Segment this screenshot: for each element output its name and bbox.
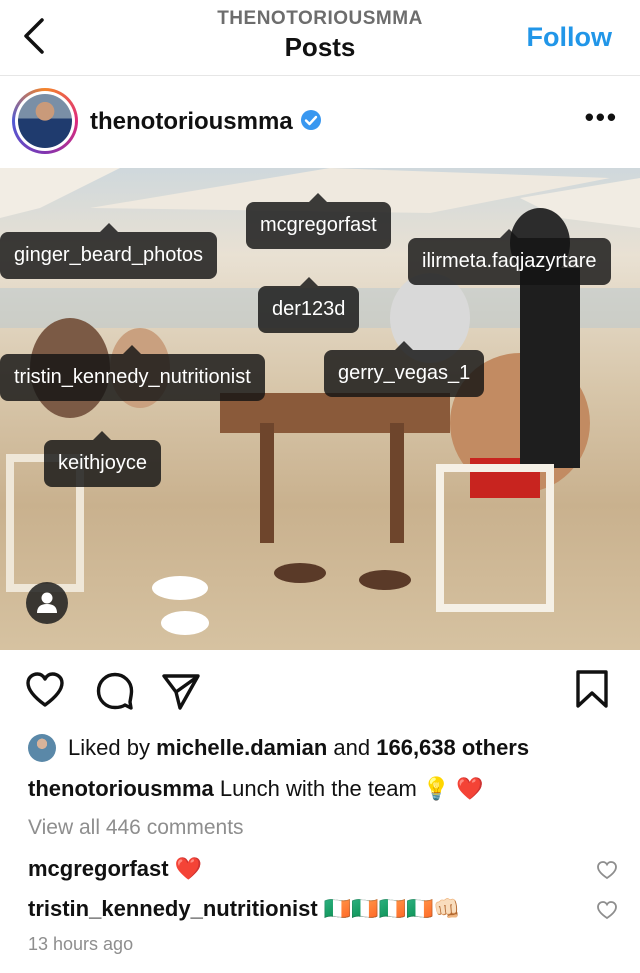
action-bar [0,662,640,718]
photo-tag[interactable]: der123d [258,277,360,333]
caption-username[interactable]: thenotoriousmma [28,776,214,801]
post-header: thenotoriousmma ••• [0,76,640,168]
like-heart-icon[interactable] [24,670,66,710]
top-bar: THENOTORIOUSMMA Posts Follow [0,0,640,76]
photo-tag[interactable]: ilirmeta.faqjazyrtare [408,229,611,285]
post-timestamp: 13 hours ago [28,934,134,954]
more-options-icon[interactable]: ••• [585,102,618,133]
photo-tag[interactable]: keithjoyce [44,431,161,487]
verified-badge-icon [301,110,321,130]
likes-row[interactable]: Liked by michelle.damian and 166,638 oth… [28,733,529,763]
comment-text: ❤️ [174,856,203,881]
likes-connector: and [333,735,371,760]
tagged-people-button[interactable] [26,582,68,624]
comment-username[interactable]: mcgregorfast [28,856,169,881]
comment-username[interactable]: tristin_kennedy_nutritionist [28,896,318,921]
share-send-icon[interactable] [160,670,202,712]
photo-tag[interactable]: mcgregorfast [246,193,391,249]
caption-text: Lunch with the team 💡 ❤️ [219,776,484,801]
caption: thenotoriousmma Lunch with the team 💡 ❤️ [28,776,484,802]
avatar[interactable] [12,88,78,154]
bookmark-icon[interactable] [574,668,610,710]
follow-button[interactable]: Follow [527,22,612,53]
likes-prefix: Liked by [68,735,150,760]
person-icon [37,592,57,613]
comment-like-heart-icon[interactable] [596,900,618,920]
photo-tag[interactable]: tristin_kennedy_nutritionist [0,345,265,401]
photo-tag[interactable]: gerry_vegas_1 [324,341,485,397]
comment-row: tristin_kennedy_nutritionist 🇮🇪🇮🇪🇮🇪🇮🇪👊🏻 [28,896,461,922]
post-photo[interactable]: mcgregorfast ginger_beard_photos ilirmet… [0,168,640,650]
likes-user[interactable]: michelle.damian [156,735,327,761]
liker-avatar [28,734,56,762]
post-username[interactable]: thenotoriousmma [90,108,293,136]
view-all-comments-link[interactable]: View all 446 comments [28,816,244,840]
likes-count[interactable]: 166,638 others [376,735,529,761]
photo-tag[interactable]: ginger_beard_photos [0,223,218,279]
comment-text: 🇮🇪🇮🇪🇮🇪🇮🇪👊🏻 [323,896,461,921]
comment-like-heart-icon[interactable] [596,860,618,880]
comment-icon[interactable] [94,670,136,712]
comment-row: mcgregorfast ❤️ [28,856,202,882]
